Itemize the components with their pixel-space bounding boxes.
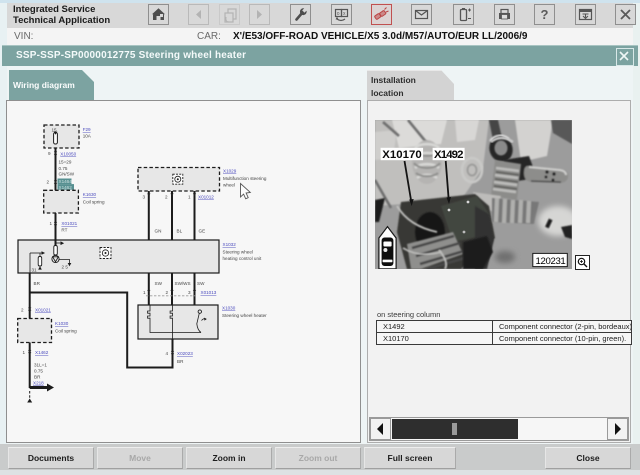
svg-text:2: 2 <box>47 180 50 185</box>
svg-text:1: 1 <box>143 290 146 295</box>
svg-text:X01012: X01012 <box>198 195 214 200</box>
svg-text:BR: BR <box>177 359 184 364</box>
svg-text:heating control unit: heating control unit <box>223 256 263 261</box>
svg-text:2: 2 <box>166 290 169 295</box>
svg-text:X01021: X01021 <box>35 308 51 313</box>
svg-text:Coil spring: Coil spring <box>83 200 105 205</box>
svg-text:F29: F29 <box>83 127 91 132</box>
svg-text:GN: GN <box>155 229 162 234</box>
svg-text:X10170: X10170 <box>382 149 422 161</box>
svg-text:3: 3 <box>143 195 146 200</box>
svg-text:X01021: X01021 <box>61 221 77 226</box>
svg-text:0.75: 0.75 <box>34 369 43 374</box>
svg-text:X218: X218 <box>33 381 44 386</box>
svg-text:2 5: 2 5 <box>62 265 69 270</box>
svg-text:1: 1 <box>50 221 53 226</box>
svg-text:15=29: 15=29 <box>59 160 72 165</box>
svg-text:9: 9 <box>48 151 51 156</box>
svg-text:X1462: X1462 <box>35 350 49 355</box>
svg-text:K1630: K1630 <box>83 192 97 197</box>
svg-text:X1029: X1029 <box>223 169 237 174</box>
svg-text:BR: BR <box>34 375 41 380</box>
svg-text:1: 1 <box>23 350 26 355</box>
svg-text:2: 2 <box>21 308 24 313</box>
svg-text:Coil spring: Coil spring <box>55 329 77 334</box>
svg-text:X1462: X1462 <box>59 185 73 190</box>
svg-text:0.75: 0.75 <box>59 166 68 171</box>
svg-text:1: 1 <box>188 195 191 200</box>
svg-text:RT: RT <box>61 228 67 233</box>
svg-text:wheel: wheel <box>223 183 235 188</box>
svg-text:BR: BR <box>34 281 41 286</box>
svg-text:SW: SW <box>197 281 205 286</box>
svg-text:Steering wheel heater: Steering wheel heater <box>222 313 267 318</box>
svg-text:SW: SW <box>155 281 163 286</box>
svg-text:BL: BL <box>177 229 183 234</box>
svg-text:X02023: X02023 <box>177 351 193 356</box>
svg-text:X1030: X1030 <box>222 306 236 311</box>
svg-text:2: 2 <box>165 195 168 200</box>
svg-text:X10050: X10050 <box>60 152 76 157</box>
svg-text:?: ? <box>541 7 549 22</box>
svg-text:X1464: X1464 <box>59 179 73 184</box>
svg-text:SW/WS: SW/WS <box>175 281 191 286</box>
svg-text:4: 4 <box>166 351 169 356</box>
svg-text:3: 3 <box>188 290 191 295</box>
svg-text:X1032: X1032 <box>223 242 237 247</box>
svg-text:Multifunction steering: Multifunction steering <box>223 176 267 181</box>
svg-text:120231: 120231 <box>536 256 566 267</box>
svg-text:10A: 10A <box>83 134 92 139</box>
svg-text:31: 31 <box>32 268 38 273</box>
svg-text:31L=1: 31L=1 <box>34 363 47 368</box>
svg-text:GE: GE <box>199 229 206 234</box>
svg-text:X01013: X01013 <box>201 290 217 295</box>
svg-text:K1030: K1030 <box>55 321 69 326</box>
svg-text:Steering wheel: Steering wheel <box>223 250 253 255</box>
svg-text:X1492: X1492 <box>434 149 464 161</box>
svg-text:GN/SW: GN/SW <box>59 172 75 177</box>
svg-text:o: o <box>337 11 340 17</box>
